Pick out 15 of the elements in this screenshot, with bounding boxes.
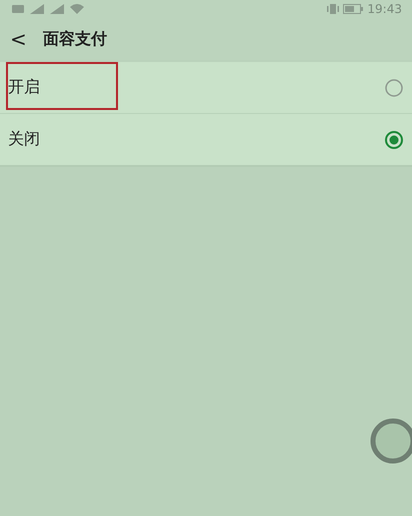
battery-icon (343, 4, 364, 14)
vibrate-icon (327, 4, 340, 14)
radio-button[interactable] (384, 78, 404, 98)
sim-icon (12, 4, 26, 14)
clock-time: 19:43 (367, 2, 402, 16)
radio-button[interactable] (384, 130, 404, 150)
wifi-icon (70, 4, 84, 14)
back-button[interactable]: < (8, 27, 29, 51)
option-row[interactable]: 关闭 (0, 114, 412, 165)
option-label: 开启 (8, 77, 40, 98)
page-title: 面容支付 (42, 28, 107, 50)
option-row[interactable]: 开启 (0, 62, 412, 114)
option-label: 关闭 (8, 129, 40, 150)
signal-icon (50, 4, 66, 14)
signal-icon (30, 4, 46, 14)
